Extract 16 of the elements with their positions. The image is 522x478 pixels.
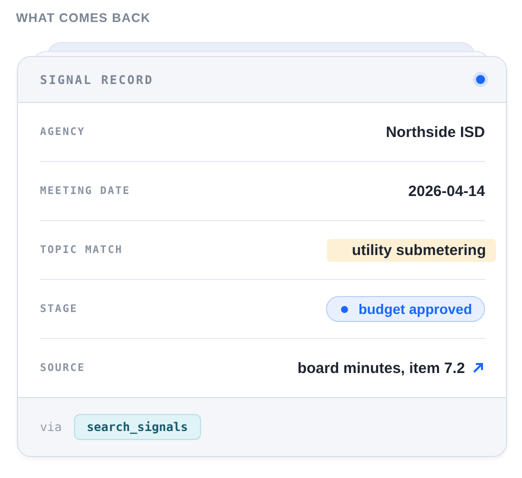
external-link-icon bbox=[471, 361, 485, 375]
status-dot-icon bbox=[476, 75, 485, 84]
field-label: SOURCE bbox=[40, 362, 86, 374]
field-label: AGENCY bbox=[40, 126, 86, 138]
field-value: Northside ISD bbox=[386, 124, 485, 140]
field-value: 2026-04-14 bbox=[408, 182, 485, 200]
tool-name-tag: search_signals bbox=[74, 414, 201, 440]
dot-icon bbox=[341, 306, 348, 312]
card-title: SIGNAL RECORD bbox=[40, 72, 154, 86]
field-label: MEETING DATE bbox=[40, 185, 130, 197]
field-label: TOPIC MATCH bbox=[40, 244, 123, 256]
field-label: STAGE bbox=[40, 303, 78, 315]
via-label: via bbox=[40, 420, 62, 434]
stage-text: budget approved bbox=[358, 301, 472, 317]
section-heading: WHAT COMES BACK bbox=[16, 11, 152, 25]
topic-highlight: utility submetering bbox=[326, 238, 496, 262]
